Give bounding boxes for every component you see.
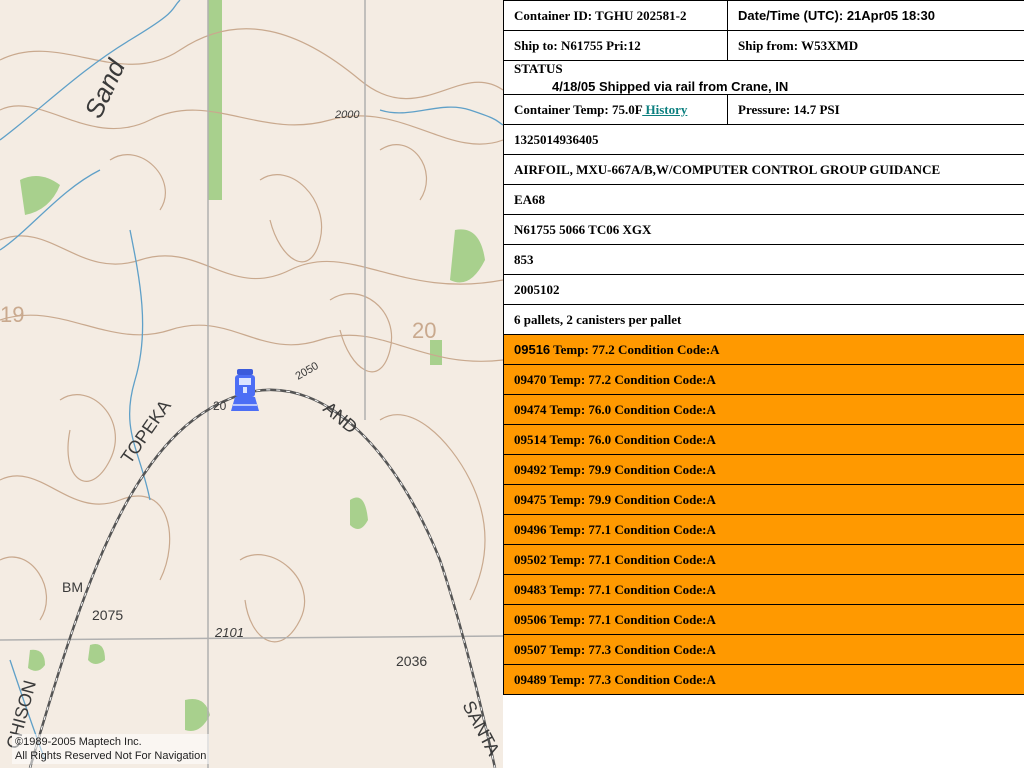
label-santa: SANTA (458, 697, 503, 758)
canister-id: 09514 (514, 431, 547, 447)
copyright-line-2: All Rights Reserved Not For Navigation (15, 750, 207, 762)
row-header: Container ID: TGHU 202581-2 Date/Time (U… (503, 0, 1024, 31)
canister-row[interactable]: 09496 Temp: 77.1 Condition Code:A (503, 514, 1024, 545)
label-section-20b: 20 (412, 318, 436, 343)
canister-id: 09470 (514, 371, 547, 387)
canister-detail: Temp: 77.2 Condition Code:A (550, 341, 720, 357)
label-section-20a: 20 (213, 399, 227, 413)
nomenclature-value: AIRFOIL, MXU-667A/B,W/COMPUTER CONTROL G… (503, 154, 1024, 185)
canister-id: 09496 (514, 521, 547, 537)
container-info-panel: Container ID: TGHU 202581-2 Date/Time (U… (503, 0, 1024, 768)
map-copyright: ©1989-2005 Maptech Inc. All Rights Reser… (12, 734, 210, 764)
topo-map[interactable]: Sand TOPEKA AND SANTA CHISON BM 2075 210… (0, 0, 503, 768)
label-elev-2036: 2036 (396, 653, 427, 669)
canister-id: 09507 (514, 641, 547, 657)
canister-row[interactable]: 09507 Temp: 77.3 Condition Code:A (503, 634, 1024, 665)
row-packaging: 6 pallets, 2 canisters per pallet (503, 304, 1024, 335)
canister-id: 09489 (514, 671, 547, 687)
unit-value: EA68 (503, 184, 1024, 215)
status-label: STATUS (514, 61, 563, 77)
label-topeka: TOPEKA (117, 396, 175, 467)
label-elev-2000: 2000 (334, 109, 360, 121)
canister-id: 09506 (514, 611, 547, 627)
document-value: N61755 5066 TC06 XGX (503, 214, 1024, 245)
canister-row[interactable]: 09514 Temp: 76.0 Condition Code:A (503, 424, 1024, 455)
ship-to: Ship to: N61755 Pri:12 (503, 30, 728, 61)
row-nomenclature: AIRFOIL, MXU-667A/B,W/COMPUTER CONTROL G… (503, 154, 1024, 185)
canister-detail: Temp: 77.1 Condition Code:A (546, 521, 716, 537)
canister-detail: Temp: 77.2 Condition Code:A (546, 371, 716, 387)
canister-id: 09475 (514, 491, 547, 507)
pressure: Pressure: 14.7 PSI (727, 94, 1024, 125)
row-quantity: 853 (503, 244, 1024, 275)
container-temp-cell: Container Temp: 75.0F History (503, 94, 728, 125)
quantity-value: 853 (503, 244, 1024, 275)
canister-detail: Temp: 79.9 Condition Code:A (546, 491, 716, 507)
history-link[interactable]: History (642, 102, 687, 117)
canister-detail: Temp: 76.0 Condition Code:A (546, 431, 716, 447)
train-icon[interactable] (231, 367, 259, 413)
row-unit: EA68 (503, 184, 1024, 215)
ship-from: Ship from: W53XMD (727, 30, 1024, 61)
label-elev-2075: 2075 (92, 607, 123, 623)
canister-row[interactable]: 09506 Temp: 77.1 Condition Code:A (503, 604, 1024, 635)
canister-row[interactable]: 09474 Temp: 76.0 Condition Code:A (503, 394, 1024, 425)
canister-detail: Temp: 77.1 Condition Code:A (546, 611, 716, 627)
row-status: STATUS 4/18/05 Shipped via rail from Cra… (503, 60, 1024, 95)
canister-detail: Temp: 77.3 Condition Code:A (546, 641, 716, 657)
canister-detail: Temp: 76.0 Condition Code:A (546, 401, 716, 417)
container-temp: Container Temp: 75.0F (514, 101, 643, 117)
canister-detail: Temp: 77.1 Condition Code:A (546, 581, 716, 597)
row-julian-date: 2005102 (503, 274, 1024, 305)
label-elev-2101: 2101 (214, 625, 244, 640)
row-conditions: Container Temp: 75.0F History Pressure: … (503, 94, 1024, 125)
canister-row[interactable]: 09492 Temp: 79.9 Condition Code:A (503, 454, 1024, 485)
canister-row[interactable]: 09470 Temp: 77.2 Condition Code:A (503, 364, 1024, 395)
canister-row[interactable]: 09489 Temp: 77.3 Condition Code:A (503, 664, 1024, 695)
canister-id: 09502 (514, 551, 547, 567)
canister-id: 09474 (514, 401, 547, 417)
date-time: Date/Time (UTC): 21Apr05 18:30 (727, 0, 1024, 31)
canister-row[interactable]: 09516 Temp: 77.2 Condition Code:A (503, 334, 1024, 365)
julian-date-value: 2005102 (503, 274, 1024, 305)
canister-row[interactable]: 09475 Temp: 79.9 Condition Code:A (503, 484, 1024, 515)
row-shipping: Ship to: N61755 Pri:12 Ship from: W53XMD (503, 30, 1024, 61)
container-info-table: Container ID: TGHU 202581-2 Date/Time (U… (503, 0, 1024, 695)
status-text: 4/18/05 Shipped via rail from Crane, IN (552, 79, 789, 94)
packaging-value: 6 pallets, 2 canisters per pallet (503, 304, 1024, 335)
canister-detail: Temp: 79.9 Condition Code:A (546, 461, 716, 477)
canister-row[interactable]: 09483 Temp: 77.1 Condition Code:A (503, 574, 1024, 605)
canister-row[interactable]: 09502 Temp: 77.1 Condition Code:A (503, 544, 1024, 575)
copyright-line-1: ©1989-2005 Maptech Inc. (15, 736, 142, 748)
label-section-19: 19 (0, 302, 24, 327)
label-elev-2050: 2050 (294, 360, 321, 383)
railroad (28, 388, 497, 768)
canister-id: 09492 (514, 461, 547, 477)
row-nsn: 1325014936405 (503, 124, 1024, 155)
canister-id: 09516 (514, 341, 551, 357)
nsn-value: 1325014936405 (503, 124, 1024, 155)
label-and: AND (319, 398, 361, 438)
status-cell: STATUS 4/18/05 Shipped via rail from Cra… (503, 60, 1024, 95)
label-bm: BM (62, 579, 83, 595)
container-id: Container ID: TGHU 202581-2 (503, 0, 728, 31)
canister-id: 09483 (514, 581, 547, 597)
row-document: N61755 5066 TC06 XGX (503, 214, 1024, 245)
canister-detail: Temp: 77.1 Condition Code:A (546, 551, 716, 567)
canister-detail: Temp: 77.3 Condition Code:A (546, 671, 716, 687)
